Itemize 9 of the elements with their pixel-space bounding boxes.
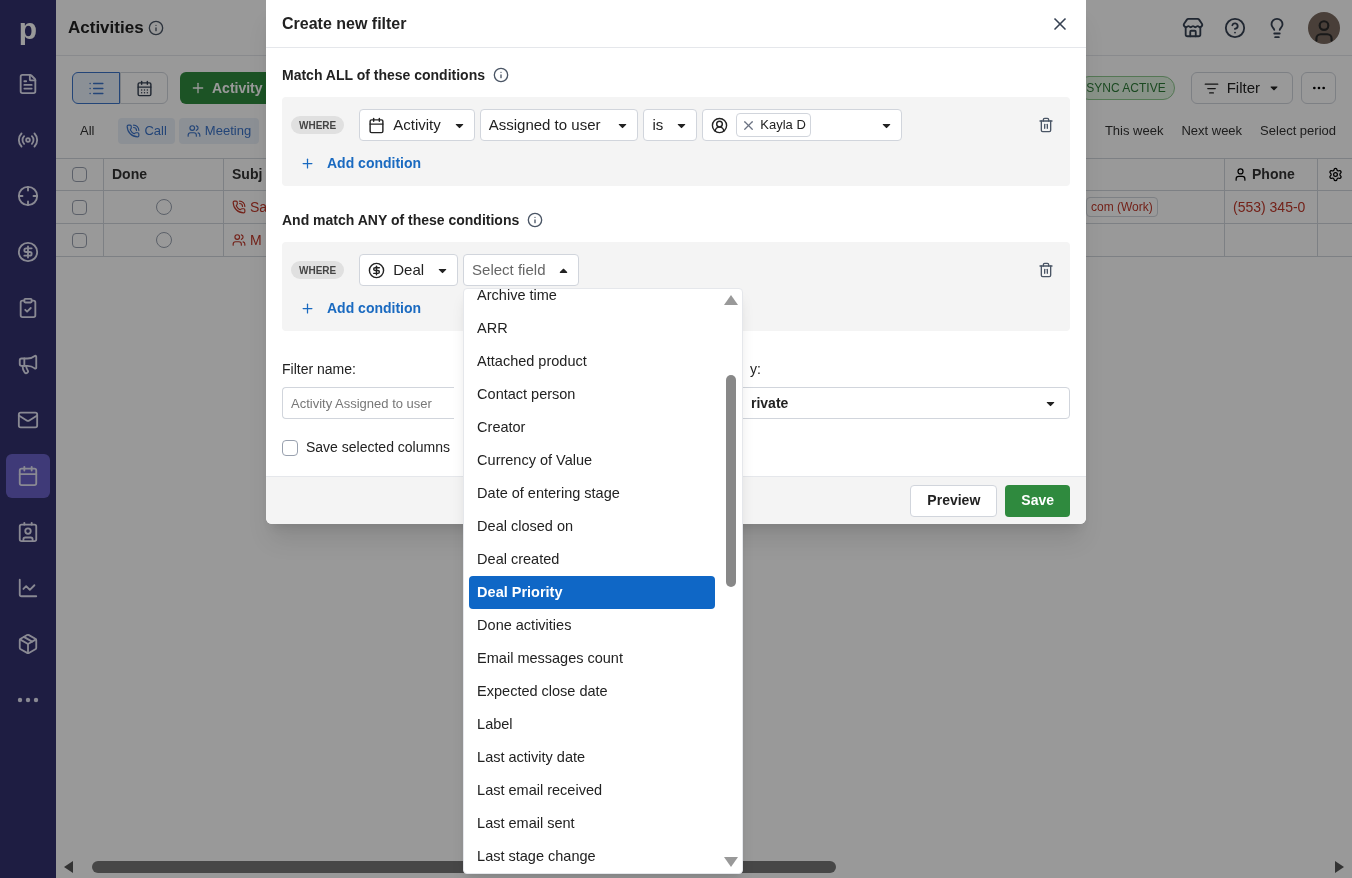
- page-title: Activities: [68, 16, 144, 39]
- checkbox-label: Save selected columns: [306, 438, 450, 457]
- dialog-title: Create new filter: [282, 13, 407, 34]
- where-tag: WHERE: [291, 261, 345, 279]
- section-title: Match ALL of these conditions: [282, 65, 485, 85]
- where-tag: WHERE: [291, 116, 345, 134]
- field-label: Filter name:: [282, 360, 356, 379]
- section-title: And match ANY of these conditions: [282, 210, 520, 230]
- field-label: y:: [750, 360, 761, 379]
